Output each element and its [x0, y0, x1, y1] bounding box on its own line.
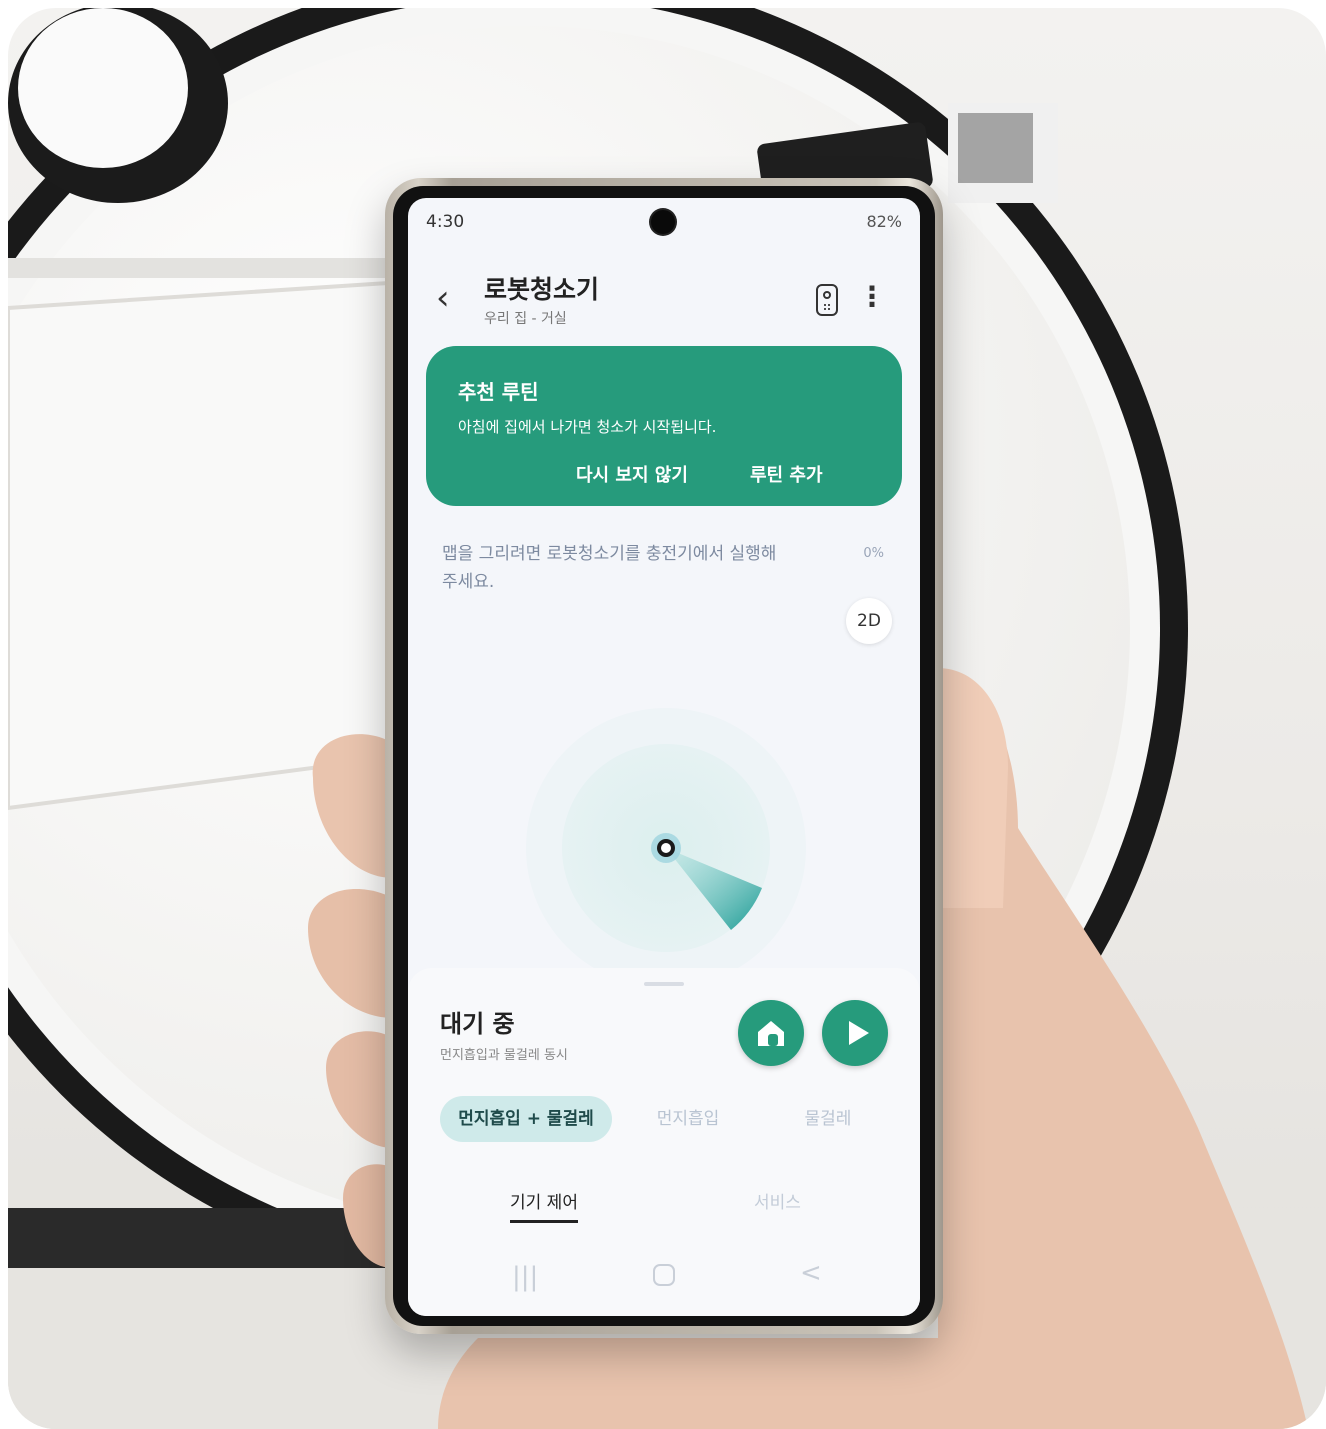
home-button[interactable] [653, 1264, 675, 1286]
view-2d-toggle[interactable]: 2D [846, 598, 892, 644]
add-routine-button[interactable]: 루틴 추가 [750, 461, 823, 487]
play-icon [849, 1021, 869, 1045]
recent-apps-button[interactable]: ||| [512, 1262, 538, 1292]
routine-description: 아침에 집에서 나가면 청소가 시작됩니다. [458, 418, 717, 436]
more-vertical-icon[interactable]: ⋮ [858, 280, 886, 314]
routine-title: 추천 루틴 [458, 380, 539, 404]
control-panel: 대기 중 먼지흡입과 물걸레 동시 먼지흡입 + 물걸레 먼지흡입 물걸레 기기… [408, 968, 920, 1316]
mode-vacuum-mop[interactable]: 먼지흡입 + 물걸레 [440, 1096, 612, 1142]
status-time: 4:30 [426, 212, 465, 232]
start-cleaning-button[interactable] [822, 1000, 888, 1066]
remote-icon[interactable] [816, 284, 838, 316]
device-state: 대기 중 [440, 1010, 515, 1038]
page-title: 로봇청소기 [484, 275, 600, 304]
mode-mop[interactable]: 물걸레 [778, 1096, 878, 1142]
dismiss-routine-button[interactable]: 다시 보지 않기 [576, 461, 688, 487]
map-progress: 0% [863, 546, 884, 561]
status-bar: 4:30 82% [408, 198, 920, 248]
device-state-detail: 먼지흡입과 물걸레 동시 [440, 1048, 568, 1063]
back-button[interactable]: ‹ [436, 278, 450, 318]
tab-device-control[interactable]: 기기 제어 [510, 1188, 578, 1223]
app-header: ‹ 로봇청소기 우리 집 - 거실 ⋮ [408, 258, 920, 338]
home-dock-icon [758, 1021, 784, 1046]
system-back-button[interactable]: < [800, 1258, 822, 1288]
recommended-routine-card: 추천 루틴 아침에 집에서 나가면 청소가 시작됩니다. 다시 보지 않기 루틴… [426, 346, 902, 506]
home-dock-button[interactable] [738, 1000, 804, 1066]
drag-handle[interactable] [644, 982, 684, 986]
battery-level: 82% [866, 212, 902, 231]
front-camera [651, 210, 675, 234]
map-instruction: 맵을 그리려면 로봇청소기를 충전기에서 실행해 주세요. [442, 544, 777, 592]
mode-vacuum[interactable]: 먼지흡입 [638, 1096, 738, 1142]
location-subtitle: 우리 집 - 거실 [484, 311, 567, 327]
tab-service[interactable]: 서비스 [754, 1188, 801, 1213]
phone-screen: 4:30 82% ‹ 로봇청소기 우리 집 - 거실 ⋮ 추천 루틴 아침에 집… [408, 198, 920, 1316]
system-nav-bar: ||| < [408, 1258, 920, 1298]
robot-radar-visual [526, 708, 806, 988]
